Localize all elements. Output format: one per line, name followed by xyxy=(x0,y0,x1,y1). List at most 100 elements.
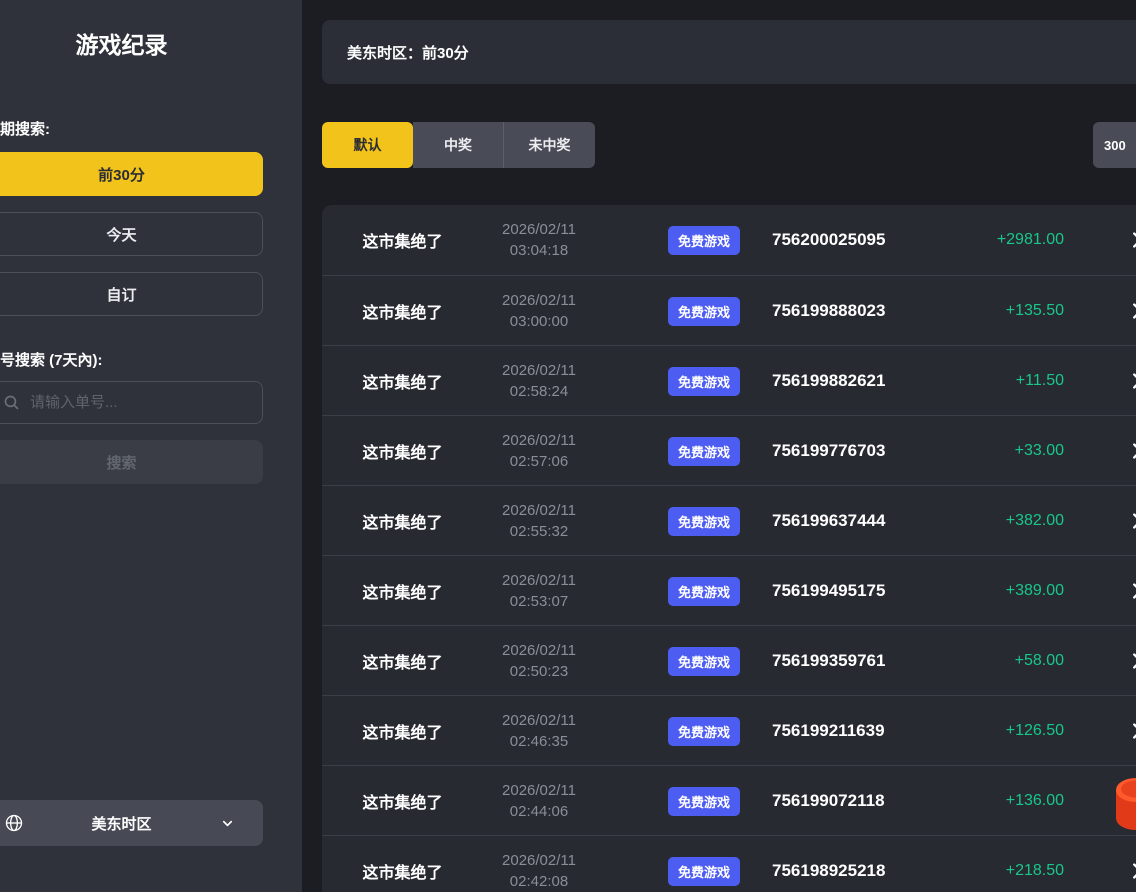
table-row[interactable]: 这市集绝了 2026/02/11 02:50:23 免费游戏 756199359… xyxy=(322,625,1136,695)
win-amount: +135.50 xyxy=(882,276,1064,346)
header-text: 美东时区：前30分 xyxy=(347,42,469,63)
table-row[interactable]: 这市集绝了 2026/02/11 02:46:35 免费游戏 756199211… xyxy=(322,695,1136,765)
table-row[interactable]: 这市集绝了 2026/02/11 02:44:06 免费游戏 756199072… xyxy=(322,765,1136,835)
free-game-badge: 免费游戏 xyxy=(668,226,740,255)
chevron-right-icon[interactable] xyxy=(1122,486,1136,556)
play-time: 03:04:18 xyxy=(510,240,568,261)
date-search-label: 期搜索: xyxy=(0,118,50,139)
win-amount: +2981.00 xyxy=(882,205,1064,275)
play-datetime: 2026/02/11 02:50:23 xyxy=(483,626,595,696)
chevron-right-icon[interactable] xyxy=(1122,416,1136,486)
search-button[interactable]: 搜索 xyxy=(0,440,263,484)
chevron-down-icon xyxy=(220,816,235,831)
play-date: 2026/02/11 xyxy=(502,290,576,311)
result-filter-tabs: 默认 中奖 未中奖 xyxy=(322,122,595,168)
chevron-right-icon[interactable] xyxy=(1122,276,1136,346)
free-game-badge: 免费游戏 xyxy=(668,297,740,326)
free-game-badge: 免费游戏 xyxy=(668,857,740,886)
play-date: 2026/02/11 xyxy=(502,780,576,801)
tab-not-won[interactable]: 未中奖 xyxy=(503,122,595,168)
order-search-box[interactable] xyxy=(0,381,263,424)
chevron-right-icon[interactable] xyxy=(1122,626,1136,696)
win-amount: +136.00 xyxy=(882,766,1064,836)
header-bar: 美东时区：前30分 xyxy=(322,20,1136,84)
play-time: 02:57:06 xyxy=(510,451,568,472)
chevron-right-icon[interactable] xyxy=(1122,836,1136,892)
table-row[interactable]: 这市集绝了 2026/02/11 02:57:06 免费游戏 756199776… xyxy=(322,415,1136,485)
play-date: 2026/02/11 xyxy=(502,850,576,871)
play-datetime: 2026/02/11 02:46:35 xyxy=(483,696,595,766)
play-date: 2026/02/11 xyxy=(502,640,576,661)
free-game-badge: 免费游戏 xyxy=(668,647,740,676)
page-size-selector[interactable]: 300 xyxy=(1093,122,1136,168)
game-name: 这市集绝了 xyxy=(322,626,483,696)
play-datetime: 2026/02/11 03:04:18 xyxy=(483,205,595,275)
globe-icon xyxy=(5,814,23,832)
sidebar: 游戏纪录 期搜索: 前30分 今天 自订 号搜索 (7天內): 搜索 美东时区 xyxy=(0,0,302,892)
table-row[interactable]: 这市集绝了 2026/02/11 02:55:32 免费游戏 756199637… xyxy=(322,485,1136,555)
timezone-selector[interactable]: 美东时区 xyxy=(0,800,263,846)
filter-today-button[interactable]: 今天 xyxy=(0,212,263,256)
free-game-badge: 免费游戏 xyxy=(668,717,740,746)
play-time: 02:55:32 xyxy=(510,521,568,542)
play-datetime: 2026/02/11 02:53:07 xyxy=(483,556,595,626)
page-title: 游戏纪录 xyxy=(0,26,263,60)
play-time: 02:46:35 xyxy=(510,731,568,752)
table-row[interactable]: 这市集绝了 2026/02/11 02:53:07 免费游戏 756199495… xyxy=(322,555,1136,625)
play-datetime: 2026/02/11 03:00:00 xyxy=(483,276,595,346)
play-datetime: 2026/02/11 02:55:32 xyxy=(483,486,595,556)
win-amount: +33.00 xyxy=(882,416,1064,486)
play-date: 2026/02/11 xyxy=(502,430,576,451)
win-amount: +218.50 xyxy=(882,836,1064,892)
game-name: 这市集绝了 xyxy=(322,556,483,626)
table-row[interactable]: 这市集绝了 2026/02/11 03:04:18 免费游戏 756200025… xyxy=(322,205,1136,275)
game-name: 这市集绝了 xyxy=(322,766,483,836)
search-icon xyxy=(3,394,20,411)
win-amount: +58.00 xyxy=(882,626,1064,696)
play-time: 02:58:24 xyxy=(510,381,568,402)
game-name: 这市集绝了 xyxy=(322,205,483,275)
order-search-input[interactable] xyxy=(30,394,230,411)
filter-last-30min-button[interactable]: 前30分 xyxy=(0,152,263,196)
records-table: 这市集绝了 2026/02/11 03:04:18 免费游戏 756200025… xyxy=(322,205,1136,892)
win-amount: +389.00 xyxy=(882,556,1064,626)
table-row[interactable]: 这市集绝了 2026/02/11 03:00:00 免费游戏 756199888… xyxy=(322,275,1136,345)
game-name: 这市集绝了 xyxy=(322,416,483,486)
game-name: 这市集绝了 xyxy=(322,276,483,346)
table-row[interactable]: 这市集绝了 2026/02/11 02:42:08 免费游戏 756198925… xyxy=(322,835,1136,892)
floating-promo-icon[interactable] xyxy=(1114,756,1136,842)
free-game-badge: 免费游戏 xyxy=(668,577,740,606)
chevron-right-icon[interactable] xyxy=(1122,556,1136,626)
play-date: 2026/02/11 xyxy=(502,710,576,731)
win-amount: +11.50 xyxy=(882,346,1064,416)
tab-won[interactable]: 中奖 xyxy=(413,122,503,168)
timezone-label: 美东时区 xyxy=(23,813,220,834)
free-game-badge: 免费游戏 xyxy=(668,367,740,396)
play-datetime: 2026/02/11 02:57:06 xyxy=(483,416,595,486)
free-game-badge: 免费游戏 xyxy=(668,507,740,536)
chevron-right-icon[interactable] xyxy=(1122,205,1136,275)
play-date: 2026/02/11 xyxy=(502,500,576,521)
play-time: 02:53:07 xyxy=(510,591,568,612)
play-datetime: 2026/02/11 02:42:08 xyxy=(483,836,595,892)
game-name: 这市集绝了 xyxy=(322,346,483,416)
play-datetime: 2026/02/11 02:58:24 xyxy=(483,346,595,416)
win-amount: +382.00 xyxy=(882,486,1064,556)
game-name: 这市集绝了 xyxy=(322,486,483,556)
table-row[interactable]: 这市集绝了 2026/02/11 02:58:24 免费游戏 756199882… xyxy=(322,345,1136,415)
play-time: 02:50:23 xyxy=(510,661,568,682)
play-date: 2026/02/11 xyxy=(502,570,576,591)
play-date: 2026/02/11 xyxy=(502,360,576,381)
tab-default[interactable]: 默认 xyxy=(322,122,413,168)
win-amount: +126.50 xyxy=(882,696,1064,766)
page: 游戏纪录 期搜索: 前30分 今天 自订 号搜索 (7天內): 搜索 美东时区 xyxy=(0,0,1136,892)
chevron-right-icon[interactable] xyxy=(1122,346,1136,416)
play-datetime: 2026/02/11 02:44:06 xyxy=(483,766,595,836)
play-date: 2026/02/11 xyxy=(502,219,576,240)
order-search-label: 号搜索 (7天內): xyxy=(0,349,103,370)
game-name: 这市集绝了 xyxy=(322,836,483,892)
free-game-badge: 免费游戏 xyxy=(668,437,740,466)
play-time: 02:42:08 xyxy=(510,871,568,892)
filter-custom-button[interactable]: 自订 xyxy=(0,272,263,316)
play-time: 03:00:00 xyxy=(510,311,568,332)
